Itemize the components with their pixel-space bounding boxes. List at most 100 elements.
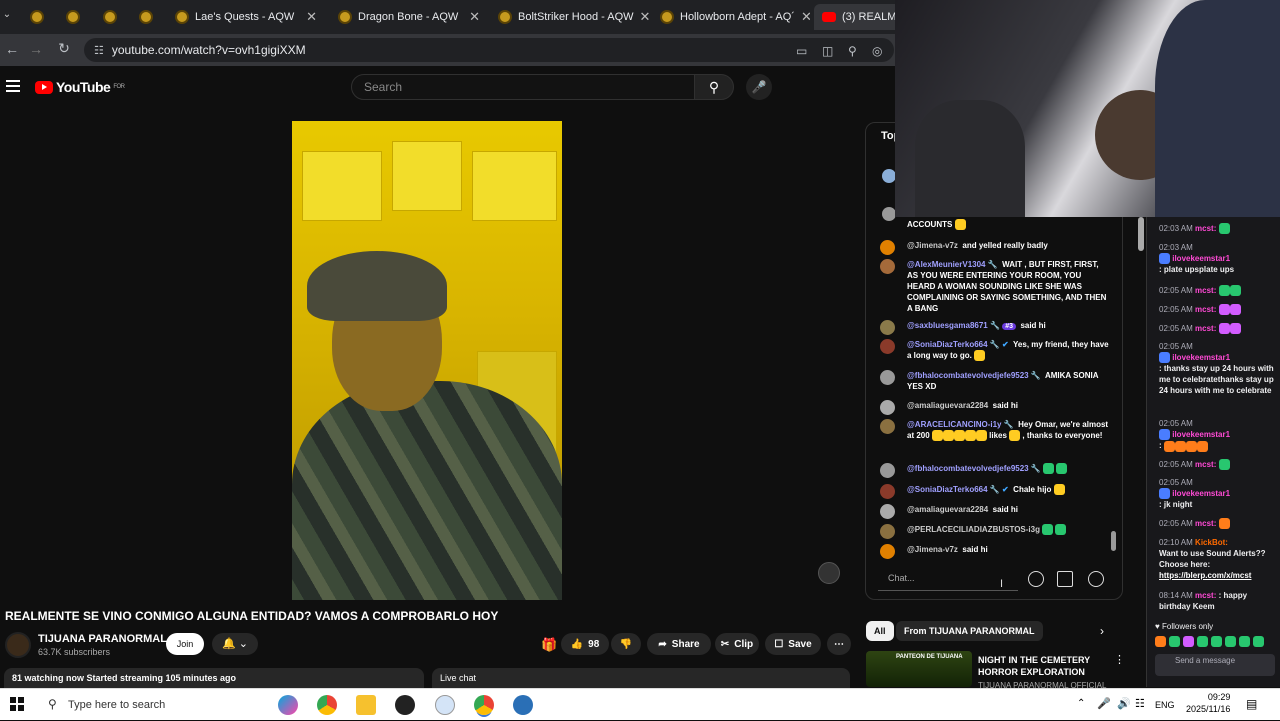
app-icon[interactable] (513, 695, 533, 715)
search-button[interactable]: ⚲ (694, 74, 734, 100)
notification-bell-button[interactable]: 🔔 ⌄ (212, 633, 258, 655)
close-icon[interactable]: ✕ (306, 9, 317, 25)
forward-arrow-icon[interactable]: → (24, 41, 48, 57)
notification-icon[interactable]: ▤ (1246, 697, 1257, 711)
emote-icon[interactable] (1169, 636, 1180, 647)
chat-author[interactable]: @PERLACECILIADIAZBUSTOS-i3g (907, 525, 1040, 534)
speaker-icon[interactable]: 🔊 (1117, 697, 1131, 710)
emote-icon[interactable] (1225, 636, 1236, 647)
tray-chevron-icon[interactable]: ⌃ (1077, 698, 1085, 709)
tab-youtube-video[interactable]: (3) REALMEN (814, 4, 904, 30)
site-info-icon[interactable]: ☷ (94, 44, 104, 57)
sound-alerts-link[interactable]: https://blerp.com/x/mcst (1159, 571, 1251, 580)
chat-author[interactable]: @fbhalocombatevolvedjefe9523 (907, 371, 1029, 380)
chat-author[interactable]: @fbhalocombatevolvedjefe9523 (907, 464, 1029, 473)
tab-aq-4[interactable] (131, 4, 165, 30)
voice-search-mic-icon[interactable]: 🎤 (746, 74, 772, 100)
channel-avatar[interactable] (5, 632, 31, 658)
chat-author[interactable]: @SoniaDiazTerko664 (907, 485, 988, 494)
chat-author[interactable]: @saxbluesgama8671 (907, 321, 988, 330)
chat-author[interactable]: @Jimena-v7z (907, 545, 958, 554)
description-box[interactable]: 81 watching now Started streaming 105 mi… (4, 668, 424, 688)
recommended-video[interactable]: PANTEON DE TIJUANA NIGHT IN THE CEMETERY… (866, 651, 1126, 690)
tab-laes-quests[interactable]: Lae's Quests - AQW ✕ (167, 4, 325, 30)
chrome-icon[interactable] (317, 695, 337, 715)
zoom-icon[interactable]: ⚲ (848, 44, 857, 58)
chip-from-channel[interactable]: From TIJUANA PARANORMAL (896, 621, 1043, 641)
chat-input[interactable]: Chat... (878, 567, 1018, 591)
more-options-icon[interactable]: ⋮ (1114, 653, 1125, 666)
join-button[interactable]: Join (166, 633, 204, 655)
live-chat-section: Live chat (432, 668, 850, 688)
recommended-title[interactable]: NIGHT IN THE CEMETERY HORROR EXPLORATION (978, 654, 1108, 678)
twitch-message-input[interactable]: Send a message (1155, 654, 1275, 676)
reload-icon[interactable]: ↻ (52, 40, 76, 57)
dislike-button[interactable]: 👎 (611, 633, 641, 655)
thumbs-up-emoji-icon (1009, 430, 1021, 442)
close-icon[interactable]: ✕ (469, 9, 480, 25)
tab-dragon-bone[interactable]: Dragon Bone - AQW ✕ (330, 4, 488, 30)
chrome-active-icon[interactable] (474, 695, 494, 715)
chat-author[interactable]: @Jimena-v7z (907, 241, 958, 250)
app-icon[interactable] (435, 695, 455, 715)
like-button[interactable]: 👍 98 (561, 633, 609, 655)
save-button[interactable]: ☐ Save (765, 633, 821, 655)
taskbar-search-input[interactable]: ⚲ Type here to search (38, 689, 268, 721)
copilot-icon[interactable] (278, 695, 298, 715)
translate-icon[interactable]: ◫ (822, 44, 833, 58)
tab-aq-3[interactable] (95, 4, 129, 30)
emote-icon[interactable] (1155, 636, 1166, 647)
badge-icon (1159, 488, 1170, 500)
channel-watermark-icon[interactable] (818, 562, 840, 584)
clock[interactable]: 09:29 2025/11/16 (1186, 691, 1230, 715)
tab-aq-2[interactable] (58, 4, 92, 30)
tab-boltstriker-hood[interactable]: BoltStriker Hood - AQW ✕ (490, 4, 650, 30)
emote-icon[interactable] (1183, 636, 1194, 647)
recommended-thumbnail[interactable]: PANTEON DE TIJUANA (866, 651, 972, 687)
close-icon[interactable]: ✕ (640, 9, 650, 25)
chat-author[interactable]: @ARACELICANCINO-i1y (907, 420, 1001, 429)
emote-icon[interactable] (1239, 636, 1250, 647)
share-button[interactable]: ➦ Share (647, 633, 711, 655)
gift-icon[interactable]: 🎁 (541, 637, 557, 653)
network-icon[interactable]: ☷ (1135, 697, 1145, 710)
windows-start-icon[interactable] (10, 697, 24, 711)
windows-taskbar: ⚲ Type here to search ⌃ 🎤 🔊 ☷ ENG 09:29 20… (0, 688, 1280, 720)
eye-off-icon[interactable]: ◎ (872, 44, 882, 58)
emote-icon[interactable] (1197, 636, 1208, 647)
chat-author[interactable]: @AlexMeunierV1304 (907, 260, 986, 269)
emote-icon[interactable] (1253, 636, 1264, 647)
page-scrollbar[interactable] (1138, 217, 1144, 251)
chat-author[interactable]: @amaliaguevara2284 (907, 505, 988, 514)
close-icon[interactable]: ✕ (801, 9, 810, 25)
microphone-icon[interactable]: 🎤 (1097, 697, 1111, 710)
chevron-right-icon[interactable]: › (1100, 624, 1104, 638)
cast-icon[interactable]: ▭ (796, 44, 807, 58)
back-arrow-icon[interactable]: ← (0, 41, 24, 57)
youtube-logo[interactable]: YouTube FOR (35, 79, 125, 95)
tab-list-dropdown[interactable]: ⌄ (0, 9, 14, 20)
msg-text: Want to use Sound Alerts?? Choose here: (1159, 549, 1266, 569)
search-input[interactable]: Search (351, 74, 695, 100)
tab-aq-1[interactable] (22, 4, 56, 30)
chat-author[interactable]: @amaliaguevara2284 (907, 401, 988, 410)
super-chat-icon[interactable] (1057, 571, 1073, 587)
msg-text: : thanks stay up 24 hours with me to cel… (1159, 364, 1274, 396)
chip-all[interactable]: All (866, 621, 894, 641)
channel-name[interactable]: TIJUANA PARANORMAL (38, 633, 167, 645)
address-bar[interactable]: ☷ youtube.com/watch?v=ovh1gigiXXM ▭ ◫ ⚲ … (84, 38, 894, 62)
emote-icon[interactable] (1211, 636, 1222, 647)
heart-reaction-icon[interactable] (1088, 571, 1104, 587)
app-icon[interactable] (395, 695, 415, 715)
video-player[interactable] (292, 121, 562, 600)
chat-scrollbar[interactable] (1111, 531, 1116, 551)
emote-icon (1218, 304, 1230, 316)
tab-hollowborn-adept[interactable]: Hollowborn Adept - AQ´ ✕ (652, 4, 810, 30)
more-actions-button[interactable]: ⋯ (827, 633, 851, 655)
chat-author[interactable]: @SoniaDiazTerko664 (907, 340, 988, 349)
emoji-picker-icon[interactable] (1028, 571, 1044, 587)
hamburger-menu-icon[interactable] (6, 80, 20, 92)
clip-button[interactable]: ✂ Clip (715, 633, 759, 655)
language-indicator[interactable]: ENG (1155, 700, 1175, 710)
file-explorer-icon[interactable] (356, 695, 376, 715)
